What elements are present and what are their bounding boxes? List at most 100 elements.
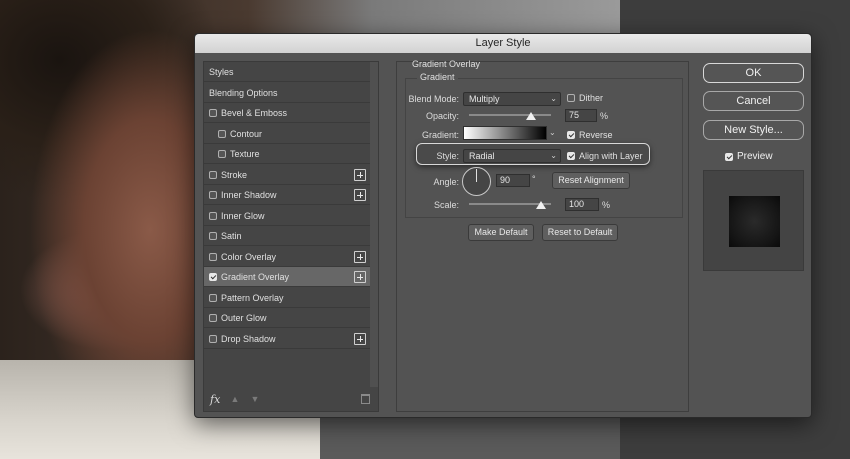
add-effect-plus-icon[interactable] [354, 189, 366, 201]
align-with-layer-label: Align with Layer [579, 151, 643, 161]
reset-to-default-button[interactable]: Reset to Default [542, 224, 618, 241]
section-title: Gradient Overlay [412, 59, 481, 69]
dither-checkbox-box[interactable] [567, 94, 575, 102]
new-style-button[interactable]: New Style... [703, 120, 804, 140]
style-item-checkbox[interactable] [209, 231, 217, 240]
opacity-input[interactable]: 75 [565, 109, 597, 122]
angle-label: Angle: [433, 177, 459, 187]
style-item-checkbox[interactable] [209, 190, 217, 199]
style-item-checkbox[interactable] [209, 108, 217, 117]
reverse-checkbox-box[interactable] [567, 131, 575, 139]
style-item-label: Contour [230, 128, 263, 139]
canvas-lower-area [320, 418, 620, 459]
style-item-drop-shadow[interactable]: Drop Shadow [204, 329, 370, 349]
style-item-label: Texture [230, 148, 260, 159]
dither-label: Dither [579, 93, 604, 103]
scale-label: Scale: [433, 200, 459, 210]
arrow-up-icon[interactable]: ▲ [230, 394, 240, 404]
dither-checkbox[interactable]: Dither [567, 93, 603, 103]
style-item-checkbox[interactable] [209, 170, 217, 179]
add-effect-plus-icon[interactable] [354, 169, 366, 181]
style-item-label: Stroke [221, 169, 248, 180]
angle-input[interactable]: 90 [496, 174, 530, 187]
style-item-checkbox[interactable] [209, 334, 217, 343]
dialog-title: Layer Style [195, 34, 811, 53]
style-item-label: Outer Glow [221, 312, 267, 323]
style-value: Radial [469, 151, 495, 161]
style-item-label: Satin [221, 230, 242, 241]
opacity-unit: % [600, 111, 609, 121]
style-item-contour[interactable]: Contour [204, 124, 370, 144]
style-item-color-overlay[interactable]: Color Overlay [204, 247, 370, 267]
style-item-pattern-overlay[interactable]: Pattern Overlay [204, 288, 370, 308]
style-label: Style: [436, 151, 459, 161]
style-preview-thumbnail [703, 170, 804, 271]
style-item-texture[interactable]: Texture [204, 144, 370, 164]
style-item-label: Inner Glow [221, 210, 265, 221]
angle-dial[interactable] [462, 167, 491, 196]
style-item-gradient-overlay[interactable]: Gradient Overlay [204, 267, 370, 287]
style-item-label: Bevel & Emboss [221, 107, 288, 118]
style-item-satin[interactable]: Satin [204, 226, 370, 246]
cancel-button[interactable]: Cancel [703, 91, 804, 111]
preview-checkbox-box[interactable] [725, 152, 733, 161]
reverse-checkbox[interactable]: Reverse [567, 130, 613, 140]
chevron-down-icon: ⌄ [550, 94, 557, 103]
scale-slider-thumb[interactable] [536, 201, 547, 209]
style-item-checkbox[interactable] [218, 129, 226, 138]
opacity-label: Opacity: [425, 111, 459, 121]
chevron-down-icon: ⌄ [550, 151, 557, 160]
blend-mode-value: Multiply [469, 94, 500, 104]
style-item-label: Drop Shadow [221, 333, 276, 344]
style-item-checkbox[interactable] [218, 149, 226, 158]
styles-list-footer: fx ▲ ▼ [204, 389, 378, 411]
style-item-label: Pattern Overlay [221, 292, 284, 303]
style-select[interactable]: Radial ⌄ [463, 149, 561, 163]
style-item-label: Inner Shadow [221, 189, 277, 200]
styles-list-panel: Styles Blending Options Bevel & Emboss Cont… [203, 61, 379, 412]
trash-icon[interactable] [361, 394, 370, 404]
style-preview-swatch [729, 196, 780, 247]
style-item-inner-shadow[interactable]: Inner Shadow [204, 185, 370, 205]
style-item-bevel-emboss[interactable]: Bevel & Emboss [204, 103, 370, 123]
style-item-outer-glow[interactable]: Outer Glow [204, 308, 370, 328]
preview-checkbox[interactable]: Preview [725, 151, 773, 162]
ok-button[interactable]: OK [703, 63, 804, 83]
align-with-layer-checkbox-box[interactable] [567, 152, 575, 160]
gradient-swatch[interactable] [463, 126, 547, 140]
fx-button[interactable]: fx [210, 393, 220, 406]
gradient-label: Gradient: [421, 130, 459, 140]
styles-list-scrollbar[interactable] [370, 62, 378, 387]
preview-label: Preview [737, 151, 773, 162]
style-item-checkbox[interactable] [209, 211, 217, 220]
style-item-blending-options[interactable]: Blending Options [204, 83, 370, 103]
scale-input[interactable]: 100 [565, 198, 599, 211]
style-item-label: Gradient Overlay [221, 271, 290, 282]
opacity-slider-track[interactable] [469, 114, 551, 116]
reset-alignment-button[interactable]: Reset Alignment [552, 172, 630, 189]
style-item-styles[interactable]: Styles [204, 62, 370, 82]
style-item-stroke[interactable]: Stroke [204, 165, 370, 185]
layer-style-dialog: Layer Style Styles Blending Options Bevel … [194, 33, 812, 418]
style-item-checkbox[interactable] [209, 313, 217, 322]
style-item-checkbox[interactable] [209, 293, 217, 302]
add-effect-plus-icon[interactable] [354, 251, 366, 263]
reverse-label: Reverse [579, 130, 613, 140]
style-item-inner-glow[interactable]: Inner Glow [204, 206, 370, 226]
angle-unit: ° [532, 174, 536, 184]
style-item-checkbox[interactable] [209, 272, 217, 281]
group-title: Gradient [417, 72, 458, 82]
add-effect-plus-icon[interactable] [354, 271, 366, 283]
arrow-down-icon[interactable]: ▼ [250, 394, 260, 404]
opacity-slider-thumb[interactable] [525, 112, 536, 120]
scale-unit: % [602, 200, 611, 210]
style-item-label: Color Overlay [221, 251, 277, 262]
blend-mode-select[interactable]: Multiply ⌄ [463, 92, 561, 106]
chevron-down-icon[interactable]: ⌄ [549, 128, 559, 139]
blend-mode-label: Blend Mode: [408, 94, 459, 104]
make-default-button[interactable]: Make Default [468, 224, 534, 241]
add-effect-plus-icon[interactable] [354, 333, 366, 345]
align-with-layer-checkbox[interactable]: Align with Layer [567, 151, 643, 161]
style-item-checkbox[interactable] [209, 252, 217, 261]
style-item-label: Blending Options [209, 87, 278, 98]
